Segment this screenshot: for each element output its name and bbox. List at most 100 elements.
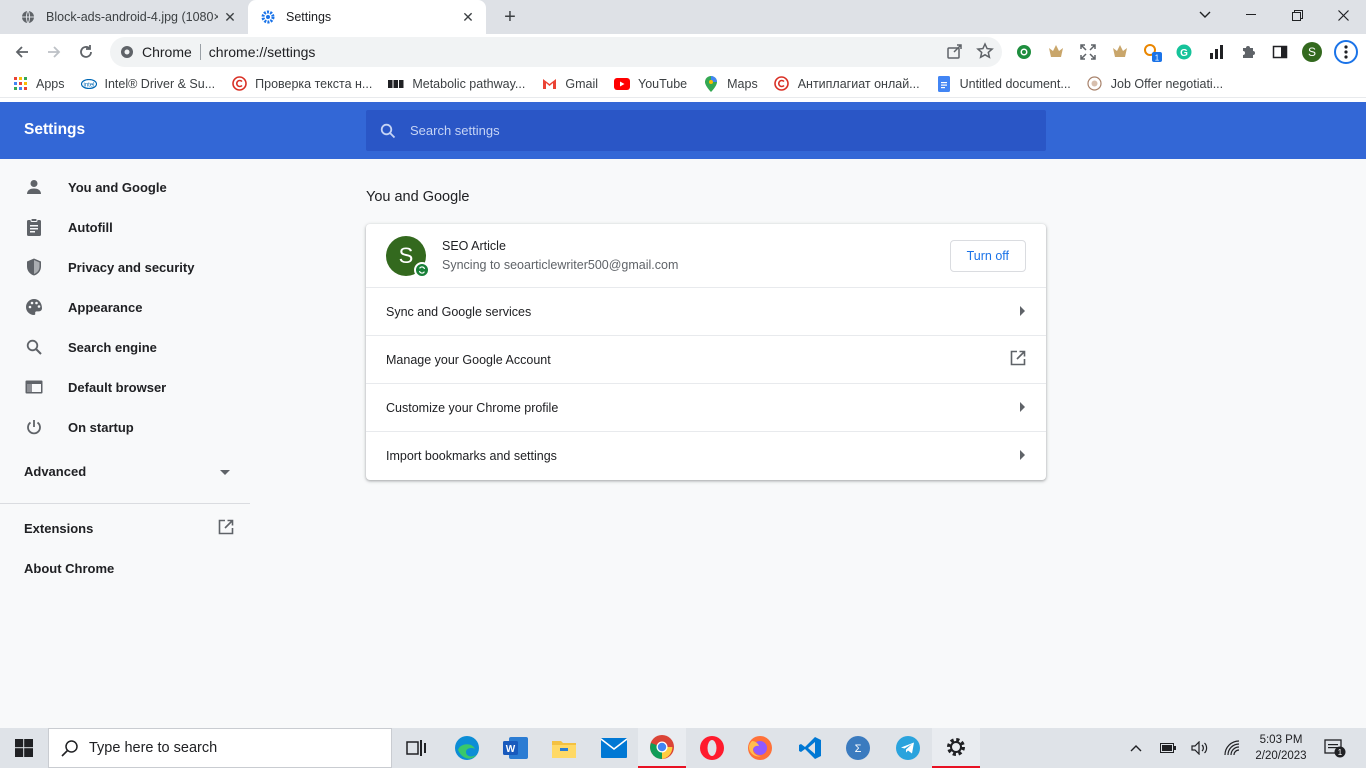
sidebar-item-label: Privacy and security (68, 259, 195, 275)
extension-emblem-icon[interactable] (1110, 42, 1130, 62)
network-icon[interactable] (1222, 728, 1242, 768)
bookmark-star-icon[interactable] (976, 42, 994, 63)
extension-emblem-icon[interactable] (1046, 42, 1066, 62)
minimize-button[interactable] (1228, 0, 1274, 30)
bookmark-label: YouTube (638, 76, 688, 91)
row-label: Manage your Google Account (386, 352, 551, 367)
opera-icon[interactable] (688, 728, 736, 768)
bookmark-label: Untitled document... (959, 76, 1071, 91)
notification-icon[interactable]: 1 (1320, 728, 1350, 768)
file-explorer-icon[interactable] (540, 728, 588, 768)
svg-text:intel: intel (83, 82, 94, 88)
system-clock[interactable]: 5:03 PM 2/20/2023 (1244, 732, 1318, 764)
fullscreen-icon[interactable] (1078, 42, 1098, 62)
telegram-icon[interactable] (884, 728, 932, 768)
bookmark-job-offer[interactable]: Job Offer negotiati... (1087, 76, 1223, 92)
sidebar-item-autofill[interactable]: Autofill (0, 207, 250, 247)
search-settings-box[interactable] (366, 110, 1046, 151)
forward-button[interactable] (40, 38, 68, 66)
chrome-taskbar-icon[interactable] (638, 728, 686, 768)
bookmark-untitled-doc[interactable]: Untitled document... (936, 75, 1071, 92)
bookmark-antiplagiat[interactable]: Антиплагиат онлай... (774, 76, 920, 92)
bookmark-proverka[interactable]: Проверка текста н... (231, 76, 372, 92)
search-icon (61, 739, 79, 757)
vscode-icon[interactable] (786, 728, 834, 768)
extension-green-circle-icon[interactable] (1014, 42, 1034, 62)
edge-icon[interactable] (443, 728, 491, 768)
avatar-letter: S (398, 242, 414, 268)
taskbar-search[interactable]: Type here to search (48, 728, 392, 768)
clock-time: 5:03 PM (1259, 734, 1303, 746)
profile-avatar[interactable]: S (1302, 42, 1322, 62)
restore-button[interactable] (1274, 0, 1320, 30)
word-icon[interactable]: W (492, 728, 540, 768)
bbc-icon (388, 76, 404, 92)
grammarly-icon[interactable]: G (1174, 42, 1194, 62)
bookmark-gmail[interactable]: Gmail (541, 76, 598, 92)
close-icon[interactable]: ✕ (456, 5, 480, 29)
sidebar-item-privacy[interactable]: Privacy and security (0, 247, 250, 287)
extensions-puzzle-icon[interactable] (1238, 42, 1258, 62)
clipboard-icon (24, 217, 44, 237)
bookmark-maps[interactable]: Maps (703, 75, 758, 92)
back-button[interactable] (8, 38, 36, 66)
taskbar-search-placeholder: Type here to search (89, 740, 218, 756)
new-tab-button[interactable]: + (498, 5, 522, 29)
sidebar-item-search-engine[interactable]: Search engine (0, 327, 250, 367)
url-text[interactable]: chrome://settings (209, 44, 316, 60)
sidebar-item-label: You and Google (68, 179, 167, 195)
reload-button[interactable] (72, 38, 100, 66)
task-view-icon[interactable] (392, 728, 440, 768)
extension-badge-icon[interactable]: 1 (1142, 42, 1162, 62)
power-icon (24, 417, 44, 437)
sidebar-item-you-and-google[interactable]: You and Google (0, 167, 250, 207)
row-manage-google-account[interactable]: Manage your Google Account (366, 336, 1046, 384)
row-import-bookmarks[interactable]: Import bookmarks and settings (366, 432, 1046, 480)
row-label: Sync and Google services (386, 304, 532, 319)
bookmark-metabolic[interactable]: Metabolic pathway... (388, 76, 525, 92)
sidebar-item-about-chrome[interactable]: About Chrome (0, 548, 250, 588)
address-bar[interactable]: Chrome chrome://settings (110, 37, 1002, 67)
row-customize-profile[interactable]: Customize your Chrome profile (366, 384, 1046, 432)
chrome-icon (120, 45, 134, 59)
settings-header: Settings (0, 102, 1366, 159)
sidebar-item-default-browser[interactable]: Default browser (0, 367, 250, 407)
close-window-button[interactable] (1320, 0, 1366, 30)
bookmark-label: Антиплагиат онлай... (797, 76, 920, 91)
chrome-chip[interactable]: Chrome (110, 44, 192, 60)
sidebar-item-appearance[interactable]: Appearance (0, 287, 250, 327)
maps-icon (703, 75, 719, 92)
shield-icon (24, 257, 44, 277)
svg-text:G: G (1180, 48, 1188, 59)
bookmark-label: Apps (36, 76, 65, 91)
sidebar-item-extensions[interactable]: Extensions (0, 508, 250, 548)
extension-signal-icon[interactable] (1206, 42, 1226, 62)
palette-icon (24, 297, 44, 317)
firefox-icon[interactable] (736, 728, 784, 768)
menu-kebab-icon[interactable] (1334, 40, 1358, 64)
person-icon (24, 177, 44, 197)
mail-icon[interactable] (590, 728, 638, 768)
tab-search-icon[interactable] (1182, 0, 1228, 30)
settings-gear-icon[interactable] (932, 728, 980, 768)
side-panel-icon[interactable] (1270, 42, 1290, 62)
bookmark-youtube[interactable]: YouTube (614, 76, 687, 92)
about-label: About Chrome (24, 560, 115, 576)
bookmark-apps[interactable]: Apps (12, 76, 65, 92)
tab-block-ads[interactable]: Block-ads-android-4.jpg (1080×2 ✕ (8, 0, 248, 34)
close-icon[interactable]: ✕ (218, 5, 242, 29)
row-sync-google-services[interactable]: Sync and Google services (366, 288, 1046, 336)
turn-off-button[interactable]: Turn off (949, 239, 1026, 272)
math-app-icon[interactable]: Σ (834, 728, 882, 768)
search-input[interactable] (410, 123, 1010, 138)
battery-icon[interactable] (1158, 728, 1178, 768)
volume-icon[interactable] (1190, 728, 1210, 768)
bookmark-intel[interactable]: intel Intel® Driver & Su... (80, 76, 215, 92)
sidebar-item-on-startup[interactable]: On startup (0, 407, 250, 447)
tab-settings[interactable]: Settings ✕ (248, 0, 486, 34)
chevron-up-icon[interactable] (1126, 728, 1146, 768)
sidebar-advanced-toggle[interactable]: Advanced (0, 447, 250, 495)
divider (199, 44, 201, 60)
start-button[interactable] (0, 728, 48, 768)
share-icon[interactable] (946, 42, 964, 63)
